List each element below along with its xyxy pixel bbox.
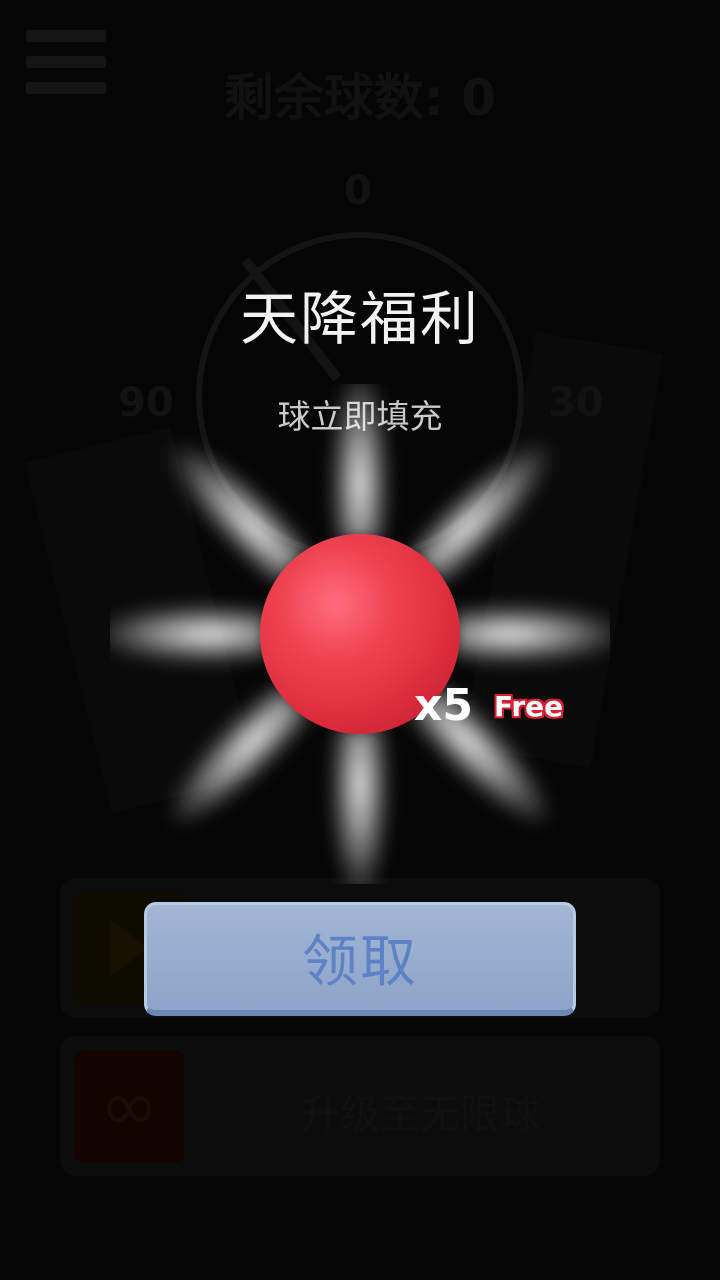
infinity-icon: ∞ bbox=[74, 1050, 184, 1162]
play-icon bbox=[110, 920, 148, 976]
game-screen: 剩余球数: 0 0 90 30 ∞ 升级至无限球 天降福利 球立即填充 bbox=[0, 0, 720, 1280]
reward-count: x5 bbox=[414, 680, 473, 731]
popup-title: 天降福利 bbox=[239, 285, 480, 353]
balls-remaining-label: 剩余球数: 0 bbox=[223, 69, 497, 127]
claim-button[interactable]: 领取 bbox=[144, 902, 576, 1016]
dial-tick-top: 0 bbox=[344, 168, 372, 214]
upgrade-infinite-balls-label: 升级至无限球 bbox=[300, 1092, 540, 1138]
free-badge: Free bbox=[494, 690, 564, 723]
